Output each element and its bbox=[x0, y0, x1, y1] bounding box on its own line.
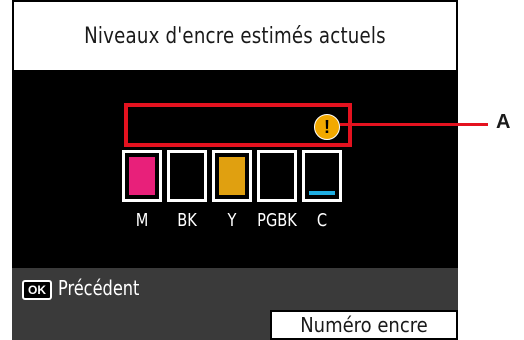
back-label: Précédent bbox=[58, 276, 140, 300]
ink-label-c: C bbox=[316, 210, 328, 231]
footer-bar: OK Précédent Numéro encre bbox=[12, 268, 458, 340]
ink-tank-m bbox=[122, 150, 162, 202]
callout-line bbox=[340, 123, 488, 126]
screen-title: Niveaux d'encre estimés actuels bbox=[84, 23, 386, 49]
ok-key-icon[interactable]: OK bbox=[22, 280, 52, 300]
ink-label-m: M bbox=[135, 210, 149, 231]
printer-lcd-screen: Niveaux d'encre estimés actuels ! M BK Y… bbox=[12, 0, 458, 340]
title-bar: Niveaux d'encre estimés actuels bbox=[12, 0, 458, 72]
ink-tank-y bbox=[212, 150, 252, 202]
ink-level-fill-y bbox=[219, 157, 245, 195]
callout-label-a: A bbox=[496, 111, 511, 133]
ink-label-y: Y bbox=[227, 210, 237, 231]
ink-tank-c bbox=[302, 150, 342, 202]
ink-label-pgbk: PGBK bbox=[257, 210, 297, 231]
ink-level-fill-m bbox=[129, 157, 155, 195]
ink-tank-pgbk bbox=[257, 150, 297, 202]
warning-icon: ! bbox=[314, 114, 340, 140]
ink-level-gauges: M BK Y PGBK C bbox=[12, 150, 458, 240]
ink-number-button[interactable]: Numéro encre bbox=[270, 310, 458, 340]
ink-tank-bk bbox=[167, 150, 207, 202]
ink-status-message-area: ! bbox=[124, 103, 352, 147]
ink-label-bk: BK bbox=[177, 210, 197, 231]
ink-level-fill-c bbox=[309, 191, 335, 195]
